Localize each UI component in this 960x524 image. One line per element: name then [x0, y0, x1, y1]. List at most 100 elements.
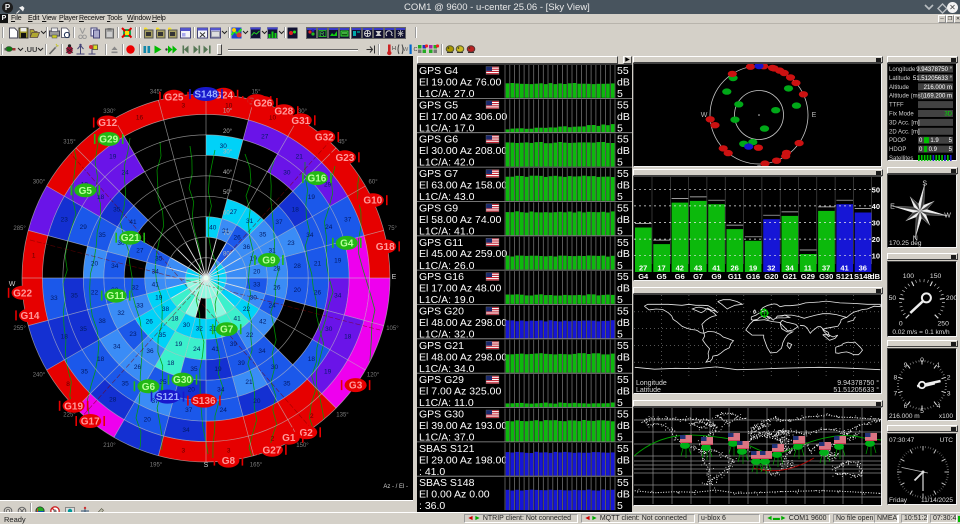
svg-text:18: 18	[167, 360, 175, 367]
svg-text:51.51205633 °: 51.51205633 °	[913, 76, 953, 82]
svg-text:34: 34	[111, 263, 119, 270]
svg-text:20°: 20°	[223, 129, 233, 135]
svg-text:S: S	[757, 165, 762, 166]
svg-text:E: E	[890, 203, 895, 210]
svg-text:35: 35	[80, 326, 88, 333]
svg-text:G29: G29	[99, 135, 118, 146]
svg-text:G16: G16	[746, 272, 760, 280]
svg-text:7: 7	[894, 390, 898, 397]
svg-text:23: 23	[287, 240, 295, 247]
svg-text:55: 55	[617, 271, 629, 283]
svg-text:1: 1	[32, 252, 36, 259]
svg-text:G9: G9	[711, 272, 721, 280]
svg-text:dB: dB	[617, 386, 630, 398]
svg-text:dB: dB	[617, 111, 630, 123]
svg-text:6: 6	[904, 403, 908, 410]
svg-text:dB: dB	[617, 180, 630, 192]
svg-text:24: 24	[220, 407, 228, 414]
svg-text:Altitude: Altitude	[889, 85, 910, 91]
svg-text:El 48.00 Az 298.00: El 48.00 Az 298.00	[419, 317, 507, 329]
svg-text:22: 22	[246, 332, 254, 339]
svg-text:38: 38	[162, 306, 170, 313]
svg-text:120°: 120°	[367, 373, 380, 379]
svg-text:2D Acc. [m]: 2D Acc. [m]	[889, 129, 920, 135]
svg-text:37: 37	[275, 219, 283, 226]
svg-text:G19: G19	[64, 401, 83, 412]
svg-text:3: 3	[181, 447, 185, 454]
svg-text:60°: 60°	[369, 180, 379, 186]
svg-text:19: 19	[324, 368, 332, 375]
svg-text:18: 18	[292, 207, 300, 214]
svg-text:10°: 10°	[223, 108, 233, 114]
svg-text:250: 250	[938, 321, 950, 328]
svg-text:26: 26	[146, 319, 154, 326]
svg-text:3D Acc. [m]: 3D Acc. [m]	[889, 120, 920, 126]
svg-text:55: 55	[617, 477, 629, 489]
svg-text:El 19.00 Az 76.00: El 19.00 Az 76.00	[419, 77, 501, 89]
svg-text:G5: G5	[656, 272, 666, 280]
svg-text:El 58.00 Az 74.00: El 58.00 Az 74.00	[419, 214, 501, 226]
svg-text:3: 3	[947, 390, 951, 397]
svg-text:G18: G18	[376, 242, 395, 253]
svg-text:GPS G4: GPS G4	[419, 65, 458, 77]
svg-text:19: 19	[109, 153, 117, 160]
svg-text:100: 100	[903, 273, 915, 280]
svg-text:8: 8	[66, 381, 70, 388]
svg-text:240°: 240°	[33, 373, 46, 379]
svg-text:18: 18	[61, 334, 69, 341]
svg-text:35: 35	[190, 366, 198, 373]
svg-text:20: 20	[872, 235, 880, 244]
svg-text:G32: G32	[315, 133, 334, 144]
svg-text:8: 8	[894, 375, 898, 382]
svg-text:40°: 40°	[223, 170, 233, 176]
svg-text:W: W	[944, 213, 951, 220]
svg-text:0: 0	[899, 321, 903, 328]
svg-text:El 17.00 Az 306.00: El 17.00 Az 306.00	[419, 111, 507, 123]
svg-text:40: 40	[872, 202, 880, 211]
svg-text:G9: G9	[262, 256, 276, 267]
svg-text:30°: 30°	[223, 149, 233, 155]
svg-text:El 63.00 Az 158.00: El 63.00 Az 158.00	[419, 180, 507, 192]
svg-text:216.000 m: 216.000 m	[889, 413, 920, 420]
svg-text:30: 30	[271, 364, 279, 371]
svg-text:35: 35	[121, 380, 129, 387]
svg-text:28: 28	[109, 397, 117, 404]
svg-text:35: 35	[155, 255, 163, 262]
svg-text:10: 10	[872, 252, 880, 261]
svg-text:GPS G7: GPS G7	[419, 168, 458, 180]
svg-text:G11: G11	[728, 272, 742, 280]
svg-text:24: 24	[325, 224, 333, 231]
svg-text:42: 42	[259, 319, 267, 326]
svg-text:35: 35	[283, 380, 291, 387]
svg-text:G27: G27	[262, 445, 281, 456]
svg-text:G16: G16	[307, 174, 326, 185]
svg-text:55: 55	[617, 65, 629, 77]
svg-text:38: 38	[98, 318, 106, 325]
svg-text:GPS G5: GPS G5	[419, 99, 458, 111]
svg-text:dB: dB	[617, 351, 630, 363]
svg-text:G21: G21	[121, 233, 140, 244]
svg-text:41: 41	[233, 316, 241, 323]
svg-text:22: 22	[91, 290, 99, 297]
svg-text:51.51205633 °: 51.51205633 °	[833, 386, 879, 393]
svg-text:55: 55	[617, 374, 629, 386]
svg-text:37: 37	[344, 216, 352, 223]
svg-text:285°: 285°	[13, 226, 26, 232]
svg-text:26: 26	[134, 364, 142, 371]
svg-text:60°: 60°	[223, 211, 233, 217]
svg-text:Longitude: Longitude	[889, 67, 916, 73]
svg-text:S121: S121	[836, 272, 854, 280]
svg-text:30: 30	[283, 170, 291, 177]
svg-text:S136: S136	[192, 396, 216, 407]
svg-text:dB: dB	[617, 283, 630, 295]
svg-text:55: 55	[617, 443, 629, 455]
svg-text:GPS G16: GPS G16	[419, 271, 464, 283]
svg-text:195°: 195°	[150, 462, 163, 468]
svg-text:G21: G21	[783, 272, 797, 280]
svg-text:27: 27	[136, 248, 144, 255]
svg-text:: 36.0: : 36.0	[419, 500, 445, 512]
svg-text:35: 35	[113, 207, 121, 214]
svg-text:Az - / El -: Az - / El -	[383, 484, 408, 490]
svg-text:20: 20	[253, 268, 261, 275]
svg-text:dB: dB	[617, 77, 630, 89]
